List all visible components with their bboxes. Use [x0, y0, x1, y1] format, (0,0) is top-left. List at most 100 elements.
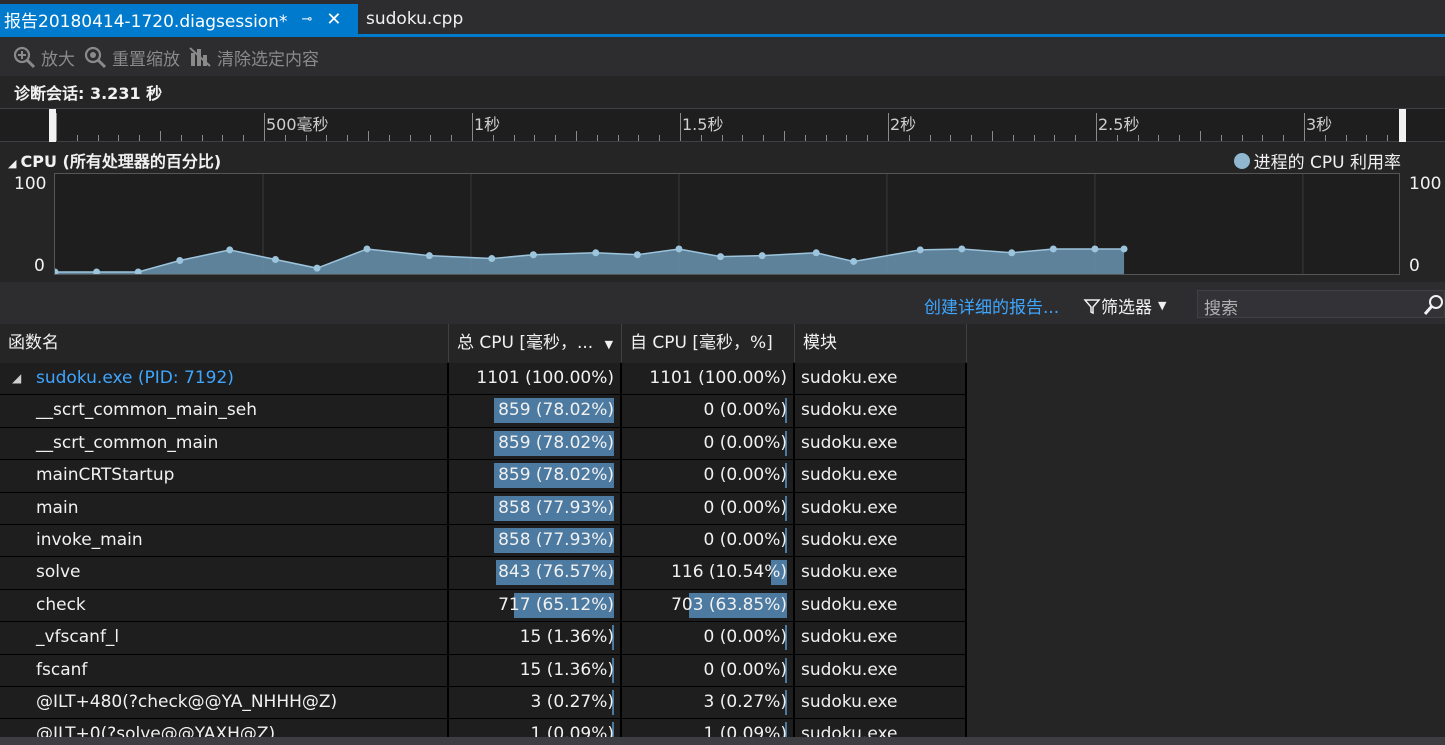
- cpu-data-point: [176, 256, 184, 264]
- create-report-link[interactable]: 创建详细的报告...: [924, 293, 1059, 318]
- table-row[interactable]: ◢ sudoku.exe (PID: 7192) 1101 (100.00%) 110…: [0, 363, 967, 396]
- cpu-data-point: [758, 252, 766, 260]
- column-header-total-cpu[interactable]: 总 CPU [毫秒，... ▼: [449, 324, 622, 362]
- ruler-tick: [1137, 135, 1139, 141]
- ruler-tick: [1075, 135, 1077, 141]
- cpu-data-point: [529, 251, 537, 259]
- function-name-cell: _vfscanf_l: [0, 622, 449, 655]
- module-cell: sudoku.exe: [795, 589, 967, 622]
- pin-icon[interactable]: ⊸: [301, 12, 312, 27]
- ruler-tick: [492, 135, 494, 141]
- cpu-data-point: [850, 257, 858, 265]
- cpu-data-point: [717, 253, 725, 261]
- function-name-cell: @ILT+480(?check@@YA_NHHH@Z): [0, 686, 449, 719]
- column-header-module[interactable]: 模块: [795, 324, 967, 362]
- ruler-tick: [992, 131, 993, 141]
- self-cpu-cell: 1101 (100.00%): [622, 363, 795, 395]
- timeline-ruler[interactable]: 500毫秒 1秒 1.5秒 2秒 2.5秒 3秒: [0, 108, 1445, 142]
- ruler-tick: [680, 113, 681, 141]
- table-row[interactable]: check 717 (65.12%) 703 (63.85%) sudoku.exe: [0, 589, 967, 623]
- ruler-tick: [56, 113, 57, 141]
- ruler-tick: [222, 135, 224, 141]
- horizontal-scrollbar[interactable]: [0, 737, 1445, 745]
- cpu-data-point: [1120, 245, 1128, 253]
- collapse-node-icon[interactable]: ◢: [12, 363, 21, 393]
- tab-diagsession-label: 报告20180414-1720.diagsession*: [4, 11, 288, 32]
- self-cpu-value: 0 (0.00%): [703, 529, 788, 550]
- cpu-data-point: [51, 268, 59, 276]
- reset-zoom-button[interactable]: 重置缩放: [83, 45, 180, 70]
- total-cpu-value: 1101 (100.00%): [476, 368, 614, 388]
- column-header-self-cpu[interactable]: 自 CPU [毫秒，%]: [622, 324, 795, 362]
- self-cpu-value: 0 (0.00%): [703, 627, 788, 648]
- table-row[interactable]: main 858 (77.93%) 0 (0.00%) sudoku.exe: [0, 492, 967, 525]
- y-axis-max-right: 100: [1409, 174, 1442, 194]
- clear-selection-icon: [189, 47, 211, 67]
- search-input[interactable]: 搜索: [1197, 290, 1445, 319]
- ruler-tick: [950, 135, 952, 141]
- total-cpu-value: 15 (1.36%): [519, 627, 614, 648]
- function-name-cell: invoke_main: [0, 524, 449, 557]
- tab-sudoku-cpp[interactable]: sudoku.cpp: [366, 4, 463, 34]
- cpu-chart-svg: [51, 174, 1304, 276]
- function-name: @ILT+480(?check@@YA_NHHH@Z): [36, 691, 338, 712]
- table-row[interactable]: fscanf 15 (1.36%) 0 (0.00%) sudoku.exe: [0, 654, 967, 687]
- ruler-tick: [576, 131, 577, 141]
- search-icon[interactable]: [1422, 293, 1445, 317]
- sort-desc-icon: ▼: [604, 338, 614, 351]
- module-cell: sudoku.exe: [795, 654, 967, 687]
- cpu-data-point: [675, 245, 683, 253]
- function-name: invoke_main: [36, 529, 143, 550]
- chevron-down-icon: ▼: [1158, 299, 1167, 312]
- function-name-cell: check: [0, 589, 449, 622]
- filter-label: 筛选器: [1101, 298, 1152, 318]
- collapse-icon[interactable]: ◢: [8, 157, 16, 170]
- ruler-tick: [160, 131, 161, 141]
- call-tree-grid: 函数名 总 CPU [毫秒，... ▼ 自 CPU [毫秒，%] 模块 ◢ sud…: [0, 324, 1445, 745]
- cpu-utilization-chart[interactable]: [51, 173, 1400, 276]
- total-cpu-value: 858 (77.93%): [498, 497, 614, 518]
- total-cpu-value: 859 (78.02%): [498, 400, 614, 421]
- clear-selection-button[interactable]: 清除选定内容: [188, 45, 319, 70]
- self-cpu-value: 0 (0.00%): [703, 659, 788, 680]
- ruler-label: 3秒: [1306, 115, 1333, 134]
- ruler-tick: [825, 135, 827, 141]
- self-cpu-cell: 0 (0.00%): [622, 654, 795, 687]
- table-row[interactable]: mainCRTStartup 859 (78.02%) 0 (0.00%) sudok…: [0, 460, 967, 493]
- function-name: sudoku.exe (PID: 7192): [36, 368, 234, 388]
- table-row[interactable]: __scrt_common_main_seh 859 (78.02%) 0 (0.0…: [0, 395, 967, 428]
- search-placeholder: 搜索: [1204, 299, 1238, 319]
- ruler-tick: [1283, 135, 1285, 141]
- tab-sudoku-cpp-label: sudoku.cpp: [366, 9, 464, 29]
- self-cpu-cell: 703 (63.85%): [622, 589, 795, 622]
- grid-header: 函数名 总 CPU [毫秒，... ▼ 自 CPU [毫秒，%] 模块: [0, 324, 1445, 362]
- cpu-data-point: [958, 245, 966, 253]
- ruler-tick: [1158, 135, 1160, 141]
- table-row[interactable]: _vfscanf_l 15 (1.36%) 0 (0.00%) sudoku.exe: [0, 622, 967, 655]
- module-cell: sudoku.exe: [795, 363, 967, 395]
- ruler-tick: [1304, 113, 1305, 141]
- ruler-tick: [700, 135, 702, 141]
- selection-handle-right[interactable]: [1399, 109, 1406, 142]
- zoom-in-icon: [13, 46, 36, 69]
- function-name: fscanf: [36, 659, 88, 680]
- legend-dot-icon: [1233, 152, 1250, 169]
- function-name: __scrt_common_main: [36, 432, 219, 453]
- zoom-in-button[interactable]: 放大: [12, 45, 75, 70]
- function-name-cell: main: [0, 492, 449, 525]
- tab-diagsession[interactable]: 报告20180414-1720.diagsession* ⊸ ✕: [0, 4, 358, 34]
- ruler-tick: [555, 135, 557, 141]
- table-row[interactable]: solve 843 (76.57%) 116 (10.54%) sudoku.exe: [0, 557, 967, 590]
- y-axis-max-left: 100: [14, 174, 47, 194]
- total-cpu-cell: 858 (77.93%): [449, 492, 622, 525]
- column-header-function[interactable]: 函数名: [0, 324, 449, 362]
- ruler-tick: [97, 135, 99, 141]
- filter-dropdown[interactable]: 筛选器 ▼: [1083, 293, 1166, 318]
- table-row[interactable]: __scrt_common_main 859 (78.02%) 0 (0.00%) s…: [0, 427, 967, 461]
- selection-handle-left[interactable]: [49, 109, 56, 142]
- y-axis-min-right: 0: [1409, 256, 1420, 276]
- table-row[interactable]: invoke_main 858 (77.93%) 0 (0.00%) sudoku.e…: [0, 524, 967, 558]
- table-row[interactable]: @ILT+480(?check@@YA_NHHH@Z) 3 (0.27%) 3 (0…: [0, 686, 967, 720]
- function-name: solve: [36, 562, 81, 583]
- close-icon[interactable]: ✕: [326, 9, 341, 30]
